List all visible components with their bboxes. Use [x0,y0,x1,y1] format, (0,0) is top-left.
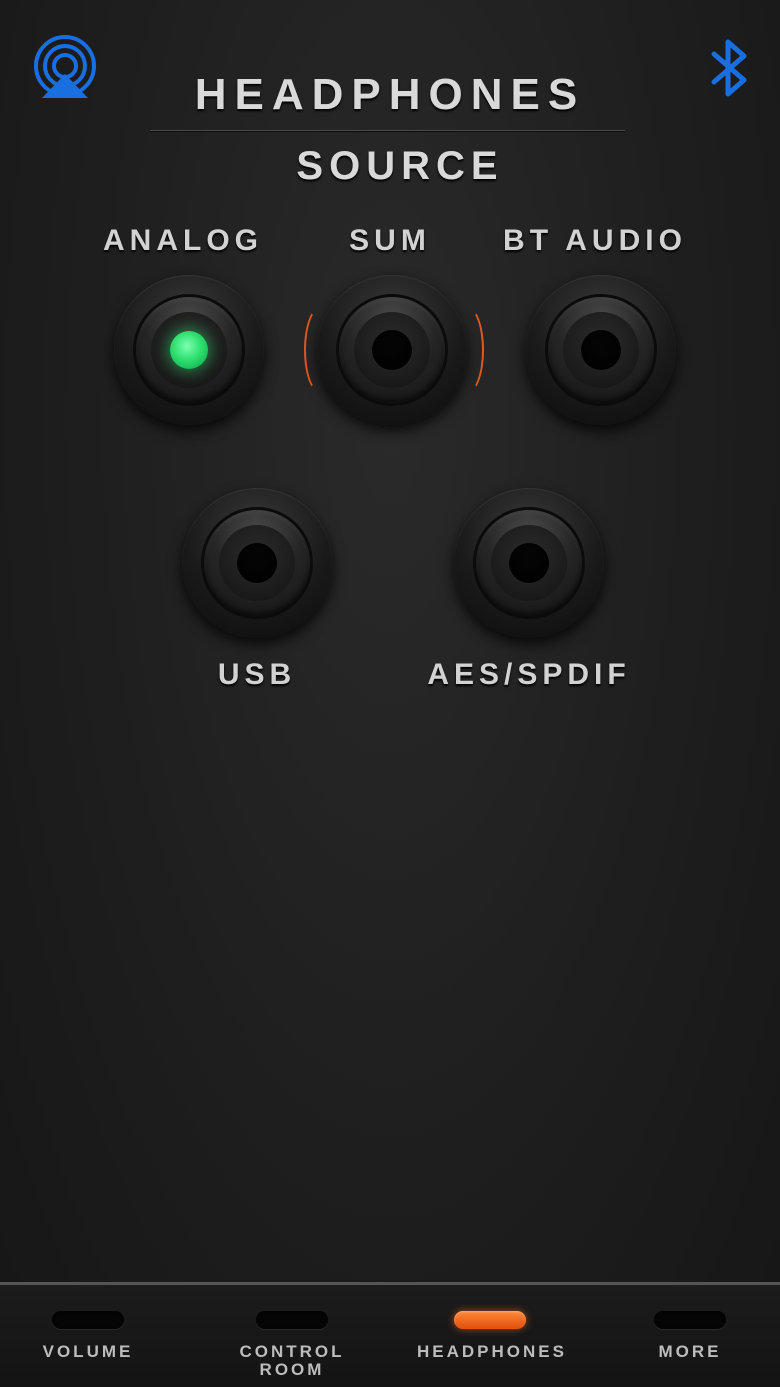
tab-indicator-active [454,1311,526,1329]
tab-indicator [654,1311,726,1329]
tab-indicator [52,1311,124,1329]
source-button-aes-spdif[interactable] [454,488,604,638]
tab-indicator [256,1311,328,1329]
airplay-icon[interactable] [30,34,100,100]
page-title: HEADPHONES [194,70,586,119]
button-center [237,543,277,583]
source-label-analog: ANALOG [103,224,263,257]
tab-label: VOLUME [42,1342,134,1361]
tab-label: CONTROL ROOM [239,1342,345,1379]
button-center [509,543,549,583]
title-divider [150,130,625,131]
tab-control-room[interactable]: CONTROL ROOM [222,1285,362,1387]
source-button-sum[interactable] [317,275,467,425]
source-button-analog[interactable] [114,275,264,425]
button-center [581,330,621,370]
source-button-bt-audio[interactable] [526,275,676,425]
bluetooth-icon[interactable] [706,36,754,100]
bottom-tab-bar: VOLUME CONTROL ROOM HEADPHONES MORE [0,1282,780,1387]
tab-label: MORE [658,1342,722,1361]
source-label-usb: USB [217,658,297,691]
button-center [372,330,412,370]
source-label-sum: SUM [349,224,431,257]
selected-indicator-light [170,331,208,369]
tab-more[interactable]: MORE [620,1285,760,1387]
tab-headphones[interactable]: HEADPHONES [402,1285,582,1387]
source-button-usb[interactable] [182,488,332,638]
tab-label: HEADPHONES [417,1342,567,1361]
source-label-aes-spdif: AES/SPDIF [427,658,631,691]
app-screen: HEADPHONES SOURCE ANALOG SUM BT AUDIO US… [0,0,780,1387]
source-label-bt-audio: BT AUDIO [503,224,687,257]
section-title: SOURCE [296,144,504,188]
tab-volume[interactable]: VOLUME [18,1285,158,1387]
